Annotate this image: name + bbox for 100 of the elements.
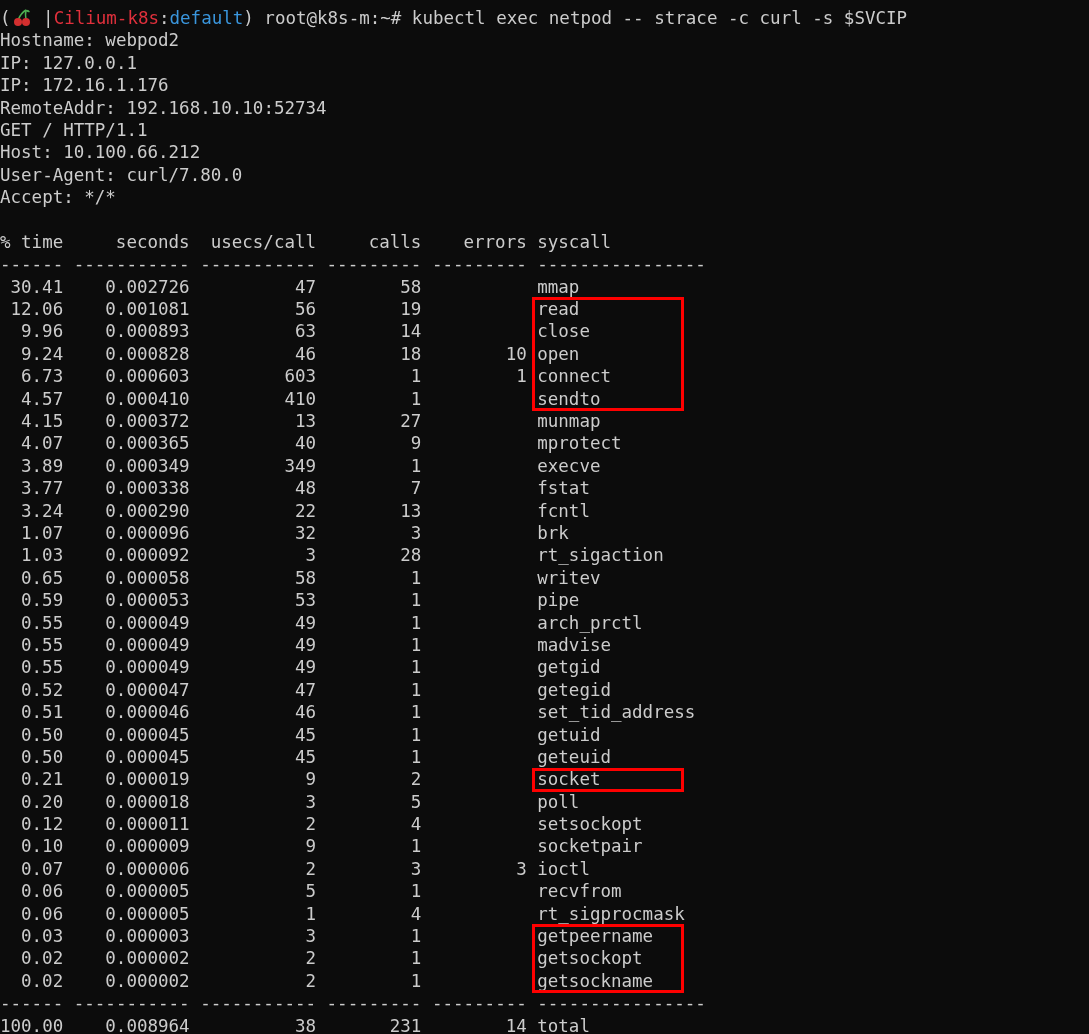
prompt-text: ( (0, 7, 11, 30)
table-cell-text: 0.000045 (104, 745, 190, 769)
table-cell-text: 58 (399, 275, 422, 299)
table-cell-text: 1.07 (20, 522, 64, 545)
prompt-text: : (159, 7, 170, 30)
table-cell-text: 0.59 (20, 589, 64, 612)
table-cell-text: 0.000002 (104, 947, 190, 970)
table-cell-text: read (537, 298, 581, 321)
table-cell-text: 0.50 (20, 745, 64, 769)
table-cell-text: 1 (409, 701, 422, 724)
table-cell-text: arch_prctl (537, 611, 644, 634)
table-cell: 100.00 (0, 1014, 64, 1034)
table-cell-text: 2 (304, 969, 317, 993)
table-cell-text: 1 (409, 745, 422, 769)
table-cell-text: geteuid (537, 745, 613, 769)
dashed-rule: ----------- (200, 992, 317, 1015)
table-cell-text: 9.24 (20, 342, 64, 366)
table-cell-text: 0.12 (20, 813, 64, 836)
table-cell-text: 0.000058 (104, 566, 190, 590)
dashed-rule: ------ (0, 992, 64, 1015)
output-line: IP: 172.16.1.176 (0, 74, 169, 97)
table-cell-text: 1 (409, 589, 422, 612)
table-cell-text: 7 (409, 477, 422, 500)
table-cell-text: 0.000049 (104, 656, 190, 679)
table-cell-text: recvfrom (537, 880, 623, 903)
table-cell-text: 0.55 (20, 633, 64, 657)
table-cell-text: 9.96 (20, 320, 64, 343)
table-cell-text: fcntl (537, 499, 591, 522)
table-cell-text: 410 (283, 387, 317, 411)
table-cell-text: open (537, 342, 581, 366)
table-cell-text: 1 (409, 969, 422, 993)
table-cell-text: 0.000096 (104, 522, 190, 545)
table-cell-text: getsockname (537, 969, 655, 993)
dashed-rule: ----------- (73, 253, 190, 276)
table-cell-text: 3.77 (20, 477, 64, 500)
output-line: Hostname: webpod2 (0, 29, 180, 52)
table-cell-text: 4.15 (20, 410, 64, 433)
table-cell-text: 0.02 (20, 947, 64, 970)
table-cell-text: 0.51 (20, 701, 64, 724)
prompt-text: ) root@k8s-m:~# kubectl exec netpod -- strace -c curl -s $SVCIP (243, 7, 908, 30)
table-cell-text: 0.20 (20, 790, 64, 814)
table-cell-text: 3.89 (20, 454, 64, 478)
table-cell-text: 5 (304, 880, 317, 903)
table-cell-text: 3 (304, 925, 317, 948)
table-cell-text: 0.000002 (104, 969, 190, 993)
table-cell-text: fstat (537, 477, 591, 500)
table-cell-text: ioctl (537, 857, 591, 881)
table-cell-text: 1 (409, 835, 422, 858)
table-cell-text: 0.000349 (104, 454, 190, 478)
column-header: usecs/call (209, 230, 317, 254)
table-cell-text: 45 (293, 745, 317, 769)
table-cell-text: 1 (409, 566, 422, 590)
table-cell-text: getsockopt (537, 947, 644, 970)
cluster-name: Cilium-k8s (53, 7, 159, 30)
table-cell-text: pipe (537, 589, 581, 612)
table-cell-text: 0.002726 (104, 275, 190, 299)
table-cell-text: 1 (409, 454, 422, 478)
table-cell-text: getgid (537, 656, 602, 679)
table-cell-text: 9 (304, 835, 317, 858)
table-cell-text: getegid (537, 678, 613, 702)
table-cell-text: madvise (537, 633, 613, 657)
table-cell-text: 0.000009 (104, 835, 190, 858)
table-cell-text: 4 (409, 813, 422, 836)
table-cell-text: 28 (399, 544, 422, 567)
table-cell-text: 0.001081 (104, 298, 190, 321)
table-cell-text: 0.000893 (104, 320, 190, 343)
table-cell-text: 0.000006 (104, 857, 190, 881)
table-cell-text: 4.57 (20, 387, 64, 411)
dashed-rule: --------- (431, 992, 527, 1015)
table-cell-text: 3 (409, 522, 422, 545)
output-line: Accept: */* (0, 186, 116, 209)
table-cell-text: 0.10 (20, 835, 64, 858)
output-line: RemoteAddr: 192.168.10.10:52734 (0, 96, 327, 119)
table-cell-text: rt_sigprocmask (537, 902, 686, 926)
table-cell-text: 0.000049 (104, 633, 190, 657)
table-cell-text: 1 (409, 633, 422, 657)
table-cell-text: 49 (293, 656, 317, 679)
table-cell-text: socket (537, 768, 602, 791)
dashed-rule: ---------------- (537, 992, 706, 1015)
table-cell-text: 1 (409, 678, 422, 702)
table-cell-text: 0.03 (20, 925, 64, 948)
table-cell-text: sendto (537, 387, 602, 411)
table-cell-text: 1 (409, 947, 422, 970)
namespace-name: default (169, 7, 244, 30)
table-cell-text: 0.000019 (104, 768, 190, 791)
table-cell-text: 0.52 (20, 678, 64, 702)
table-cell-text: 10 (504, 342, 527, 366)
table-cell-text: 27 (399, 410, 422, 433)
table-cell-text: getpeername (537, 925, 655, 948)
table-cell-text: 49 (293, 633, 317, 657)
dashed-rule: --------- (326, 992, 422, 1015)
table-cell-text: 47 (293, 678, 317, 702)
table-cell-text: 0.50 (20, 723, 64, 746)
table-cell-text: 58 (293, 566, 317, 590)
table-cell-text: 9 (304, 768, 317, 791)
table-cell-text: writev (537, 566, 602, 590)
table-cell-text: 22 (293, 499, 317, 522)
dashed-rule: ----------- (200, 253, 317, 276)
table-cell-text: 2 (304, 857, 317, 881)
table-cell-text: 0.000372 (104, 410, 190, 433)
